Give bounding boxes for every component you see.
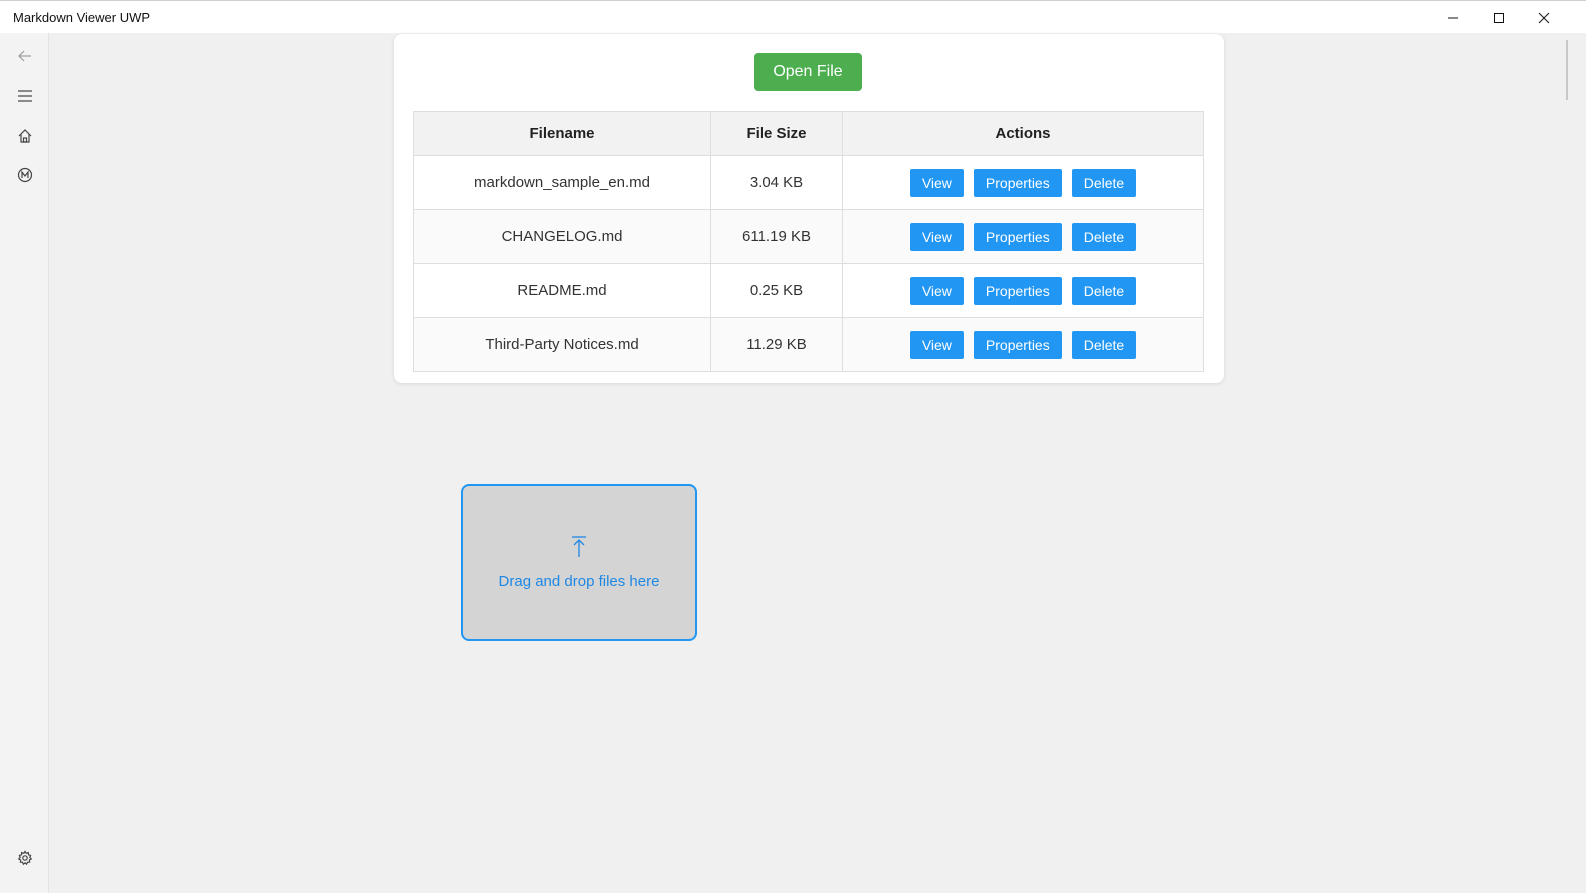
markdown-viewer-button[interactable] [12,162,38,188]
minimize-icon [1448,17,1458,18]
file-name-cell: markdown_sample_en.md [413,155,711,210]
table-row: markdown_sample_en.md 3.04 KB View Prope… [413,155,1204,210]
back-arrow-icon [18,50,31,62]
close-icon [1538,12,1550,23]
properties-button[interactable]: Properties [973,168,1062,197]
header-file-size: File Size [710,111,843,156]
drop-zone-label: Drag and drop files here [498,573,660,590]
table-row: Third-Party Notices.md 11.29 KB View Pro… [413,317,1204,372]
file-size-cell: 3.04 KB [710,155,843,210]
maximize-button[interactable] [1476,1,1522,34]
home-icon [18,129,32,143]
file-name-cell: README.md [413,263,711,318]
drop-zone[interactable]: Drag and drop files here [461,484,697,641]
table-header-row: Filename File Size Actions [413,111,1204,156]
title-bar: Markdown Viewer UWP [0,0,1586,33]
upload-arrow-icon [572,536,586,557]
gear-icon [17,850,33,866]
actions-cell: View Properties Delete [842,317,1204,372]
actions-cell: View Properties Delete [842,155,1204,210]
view-button[interactable]: View [909,276,964,305]
table-row: CHANGELOG.md 611.19 KB View Properties D… [413,209,1204,264]
file-size-cell: 0.25 KB [710,263,843,318]
actions-cell: View Properties Delete [842,209,1204,264]
properties-button[interactable]: Properties [973,222,1062,251]
maximize-icon [1494,12,1504,23]
actions-cell: View Properties Delete [842,263,1204,318]
scrollbar[interactable] [1566,40,1568,100]
view-button[interactable]: View [909,168,964,197]
file-table: Filename File Size Actions markdown_samp… [413,111,1204,372]
file-name-cell: Third-Party Notices.md [413,317,711,372]
open-file-button[interactable]: Open File [754,53,862,91]
delete-button[interactable]: Delete [1071,330,1137,359]
close-button[interactable] [1521,1,1567,34]
navigation-sidebar [0,33,49,893]
delete-button[interactable]: Delete [1071,222,1137,251]
settings-button[interactable] [12,845,38,871]
file-name-cell: CHANGELOG.md [413,209,711,264]
table-row: README.md 0.25 KB View Properties Delete [413,263,1204,318]
delete-button[interactable]: Delete [1071,276,1137,305]
header-actions: Actions [842,111,1204,156]
minimize-button[interactable] [1430,1,1476,34]
header-filename: Filename [413,111,711,156]
file-size-cell: 611.19 KB [710,209,843,264]
file-size-cell: 11.29 KB [710,317,843,372]
file-list-card: Open File Filename File Size Actions mar… [394,34,1224,383]
view-button[interactable]: View [909,222,964,251]
home-button[interactable] [12,123,38,149]
properties-button[interactable]: Properties [973,330,1062,359]
menu-button[interactable] [12,83,38,109]
markdown-m-icon [17,167,33,183]
view-button[interactable]: View [909,330,964,359]
delete-button[interactable]: Delete [1071,168,1137,197]
window-title: Markdown Viewer UWP [13,10,151,25]
properties-button[interactable]: Properties [973,276,1062,305]
hamburger-menu-icon [18,90,32,102]
back-button[interactable] [12,43,38,69]
